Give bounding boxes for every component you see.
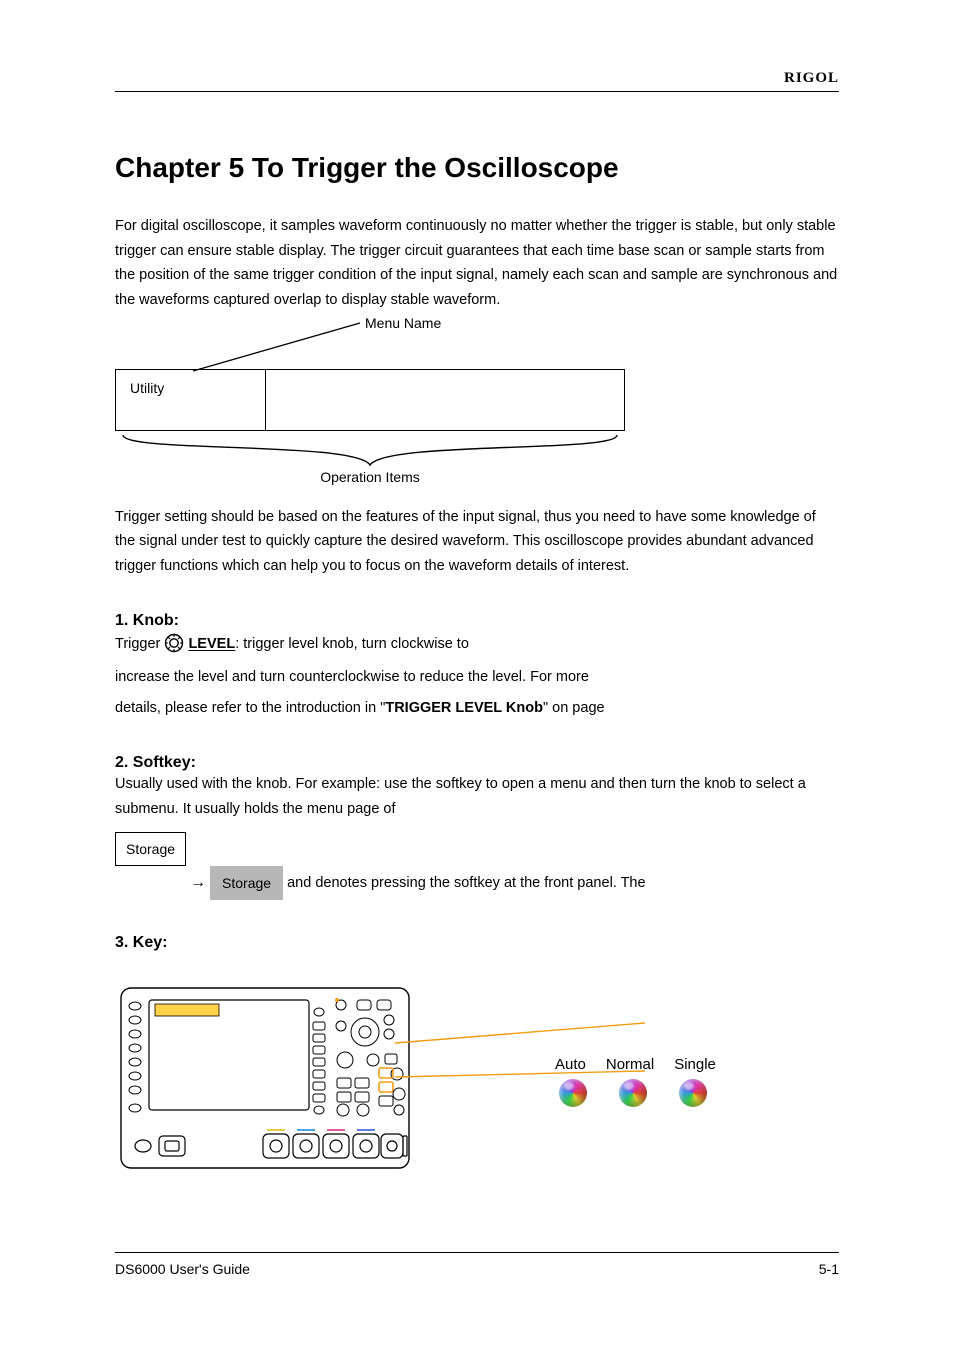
section-softkey-head: 2. Softkey: xyxy=(115,754,839,772)
softkey-storage: Storage xyxy=(210,866,283,900)
chapter-title: Chapter 5 To Trigger the Oscilloscope xyxy=(115,152,839,184)
intro-paragraph-2: Trigger setting should be based on the f… xyxy=(115,505,839,579)
footer-right: 5-1 xyxy=(819,1261,839,1277)
sec1-line3a: details, please refer to the introductio… xyxy=(115,700,380,716)
section-softkey-intro: Usually used with the knob. For example:… xyxy=(115,772,839,821)
menu-cell-left-text: Utility xyxy=(130,380,164,396)
section-knob-line3: details, please refer to the introductio… xyxy=(115,696,839,721)
menu-cell-right xyxy=(266,370,624,430)
section-knob-line2: increase the level and turn counterclock… xyxy=(115,665,839,690)
intro-paragraph-1: For digital oscilloscope, it samples wav… xyxy=(115,214,839,313)
led-label-normal: Normal xyxy=(606,1056,654,1073)
brace-under-row xyxy=(115,431,625,471)
sec1-line1a: Trigger xyxy=(115,637,164,653)
menu-cell-left: Utility xyxy=(116,370,266,430)
led-label-single: Single xyxy=(674,1056,716,1073)
section-knob-head: 1. Knob: xyxy=(115,612,839,630)
section-key-head: 3. Key: xyxy=(115,934,839,952)
knob-icon xyxy=(164,633,184,662)
page-footer: DS6000 User's Guide 5-1 xyxy=(115,1252,839,1277)
pointer-line xyxy=(175,317,475,373)
sec1-line1c: : trigger level knob, turn clockwise to xyxy=(235,637,469,653)
keycap-storage: Storage xyxy=(115,832,186,866)
led-single xyxy=(679,1079,707,1107)
sec1-line3key: TRIGGER LEVEL Knob xyxy=(385,700,543,716)
led-normal xyxy=(619,1079,647,1107)
brand-header: RIGOL xyxy=(115,70,839,91)
section-knob-line1: Trigger LEVEL xyxy=(115,630,839,659)
device-frontpanel-figure xyxy=(115,982,415,1182)
led-auto xyxy=(559,1079,587,1107)
arrow-icon: → xyxy=(186,874,210,891)
menu-definition-row: Utility xyxy=(115,369,625,431)
led-label-auto: Auto xyxy=(555,1056,586,1073)
sec1-line1b: LEVEL xyxy=(188,637,235,653)
footer-left: DS6000 User's Guide xyxy=(115,1261,250,1277)
sec1-line3d: on page xyxy=(548,700,604,716)
header-rule xyxy=(115,91,839,92)
softkey-tail: and denotes pressing the softkey at the … xyxy=(283,875,645,891)
led-labels-block: Auto Normal Single xyxy=(555,1056,716,1107)
softkey-example: Storage Storage→Storage and denotes pres… xyxy=(115,832,839,900)
